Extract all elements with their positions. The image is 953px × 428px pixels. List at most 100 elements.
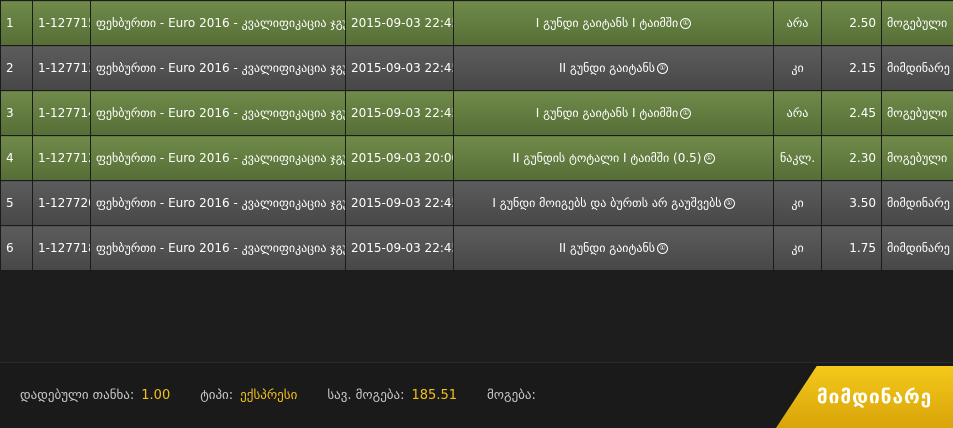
table-row[interactable]: 4 1-127712 ფეხბურთი - Euro 2016 - კვალიფიკ… <box>1 136 953 181</box>
bet-id: 1-127713 <box>33 46 91 91</box>
odds-value: 2.45 <box>822 91 882 136</box>
bet-status: მიმდინარე <box>882 181 953 226</box>
bet-status: მოგებული <box>882 91 953 136</box>
event-date-text: 2015-09-03 20:00 <box>351 151 454 165</box>
market-name-text: II გუნდი გაიტანს <box>559 241 655 255</box>
market-name: I გუნდი გაიტანს I ტაიმში① <box>454 91 774 136</box>
event-name-text: ფეხბურთი - Euro 2016 - კვალიფიკაცია ჯგუფ… <box>96 16 346 30</box>
info-circle-icon: ① <box>680 108 691 119</box>
odds-value: 1.75 <box>822 226 882 271</box>
pick-value-text: არა <box>787 106 809 120</box>
table-row[interactable]: 2 1-127713 ფეხბურთი - Euro 2016 - კვალიფიკ… <box>1 46 953 91</box>
event-name: ფეხბურთი - Euro 2016 - კვალიფიკაცია ჯგუფ… <box>91 46 346 91</box>
event-date-text: 2015-09-03 22:45 <box>351 241 454 255</box>
pick-value: კი <box>774 46 822 91</box>
bet-id-text: 1-127713 <box>38 61 91 75</box>
event-date: 2015-09-03 22:45 <box>346 46 454 91</box>
event-name-text: ფეხბურთი - Euro 2016 - კვალიფიკაცია ჯგუფ… <box>96 106 346 120</box>
pick-value-text: კი <box>791 61 803 75</box>
ticket-footer: დადებული თანხა: 1.00 ტიპი: ექსპრესი სავ.… <box>0 362 953 428</box>
pick-value: კი <box>774 226 822 271</box>
pick-value-text: ნაკლ. <box>780 151 815 165</box>
odds-value: 2.50 <box>822 1 882 46</box>
info-circle-icon: ① <box>657 63 668 74</box>
pick-value: არა <box>774 1 822 46</box>
ticket-summary: დადებული თანხა: 1.00 ტიპი: ექსპრესი სავ.… <box>20 388 573 403</box>
row-number: 3 <box>1 91 33 136</box>
event-date: 2015-09-03 22:45 <box>346 1 454 46</box>
odds-value: 3.50 <box>822 181 882 226</box>
bet-id: 1-127715 <box>33 1 91 46</box>
bet-id: 1-127720 <box>33 181 91 226</box>
market-name: II გუნდი გაიტანს① <box>454 46 774 91</box>
row-number: 2 <box>1 46 33 91</box>
market-name-text: II გუნდის ტოტალი I ტაიმში (0.5) <box>512 151 701 165</box>
type-value: ექსპრესი <box>240 388 297 403</box>
odds-value: 2.15 <box>822 46 882 91</box>
table-row[interactable]: 1 1-127715 ფეხბურთი - Euro 2016 - კვალიფიკ… <box>1 1 953 46</box>
odds-value-text: 2.30 <box>849 151 876 165</box>
pick-value: ნაკლ. <box>774 136 822 181</box>
event-date: 2015-09-03 22:45 <box>346 181 454 226</box>
table-row[interactable]: 6 1-127718 ფეხბურთი - Euro 2016 - კვალიფიკ… <box>1 226 953 271</box>
bet-id-text: 1-127720 <box>38 196 91 210</box>
event-name: ფეხბურთი - Euro 2016 - კვალიფიკაცია ჯგუფ… <box>91 181 346 226</box>
stake-label: დადებული თანხა: <box>20 388 134 403</box>
event-name: ფეხბურთი - Euro 2016 - კვალიფიკაცია ჯგუფ… <box>91 1 346 46</box>
event-name-text: ფეხბურთი - Euro 2016 - კვალიფიკაცია ჯგუფ… <box>96 196 346 210</box>
bet-status-text: მიმდინარე <box>887 241 950 255</box>
row-number-text: 6 <box>6 241 14 255</box>
info-circle-icon: ① <box>680 18 691 29</box>
row-number-text: 3 <box>6 106 14 120</box>
event-name-text: ფეხბურთი - Euro 2016 - კვალიფიკაცია ჯგუფ… <box>96 241 346 255</box>
row-number: 5 <box>1 181 33 226</box>
bet-id: 1-127718 <box>33 226 91 271</box>
row-number-text: 2 <box>6 61 14 75</box>
market-name: I გუნდი მოიგებს და ბურთს არ გაუშვებს① <box>454 181 774 226</box>
event-date-text: 2015-09-03 22:45 <box>351 106 454 120</box>
row-number-text: 5 <box>6 196 14 210</box>
event-date: 2015-09-03 22:45 <box>346 226 454 271</box>
pick-value-text: არა <box>787 16 809 30</box>
bet-id-text: 1-127715 <box>38 16 91 30</box>
odds-value-text: 2.15 <box>849 61 876 75</box>
bet-id-text: 1-127718 <box>38 241 91 255</box>
row-number-text: 4 <box>6 151 14 165</box>
pick-value-text: კი <box>791 196 803 210</box>
event-date-text: 2015-09-03 22:45 <box>351 61 454 75</box>
bet-id-text: 1-127712 <box>38 151 91 165</box>
win-label: მოგება: <box>487 388 536 403</box>
bet-id: 1-127712 <box>33 136 91 181</box>
market-name-text: II გუნდი გაიტანს <box>559 61 655 75</box>
possible-win-label: სავ. მოგება: <box>327 388 404 403</box>
market-name: II გუნდი გაიტანს① <box>454 226 774 271</box>
event-name-text: ფეხბურთი - Euro 2016 - კვალიფიკაცია ჯგუფ… <box>96 61 346 75</box>
info-circle-icon: ① <box>724 198 735 209</box>
event-date: 2015-09-03 20:00 <box>346 136 454 181</box>
bets-table: 1 1-127715 ფეხბურთი - Euro 2016 - კვალიფიკ… <box>0 0 953 271</box>
table-row[interactable]: 3 1-127714 ფეხბურთი - Euro 2016 - კვალიფიკ… <box>1 91 953 136</box>
info-circle-icon: ① <box>657 243 668 254</box>
bet-status-text: მოგებული <box>887 16 947 30</box>
row-number: 4 <box>1 136 33 181</box>
row-number: 6 <box>1 226 33 271</box>
info-circle-icon: ① <box>704 153 715 164</box>
possible-win-value: 185.51 <box>412 388 458 403</box>
bet-status: მოგებული <box>882 136 953 181</box>
pick-value: არა <box>774 91 822 136</box>
event-name: ფეხბურთი - Euro 2016 - კვალიფიკაცია ჯგუფ… <box>91 136 346 181</box>
bet-status-text: მოგებული <box>887 151 947 165</box>
bet-id-text: 1-127714 <box>38 106 91 120</box>
type-label: ტიპი: <box>200 388 233 403</box>
market-name-text: I გუნდი მოიგებს და ბურთს არ გაუშვებს <box>492 196 721 210</box>
bet-status: მიმდინარე <box>882 46 953 91</box>
row-number: 1 <box>1 1 33 46</box>
event-date: 2015-09-03 22:45 <box>346 91 454 136</box>
market-name: I გუნდი გაიტანს I ტაიმში① <box>454 1 774 46</box>
event-date-text: 2015-09-03 22:45 <box>351 196 454 210</box>
pick-value-text: კი <box>791 241 803 255</box>
market-name: II გუნდის ტოტალი I ტაიმში (0.5)① <box>454 136 774 181</box>
event-name-text: ფეხბურთი - Euro 2016 - კვალიფიკაცია ჯგუფ… <box>96 151 346 165</box>
ticket-status-button[interactable]: მიმდინარე <box>776 366 953 428</box>
table-row[interactable]: 5 1-127720 ფეხბურთი - Euro 2016 - კვალიფიკ… <box>1 181 953 226</box>
